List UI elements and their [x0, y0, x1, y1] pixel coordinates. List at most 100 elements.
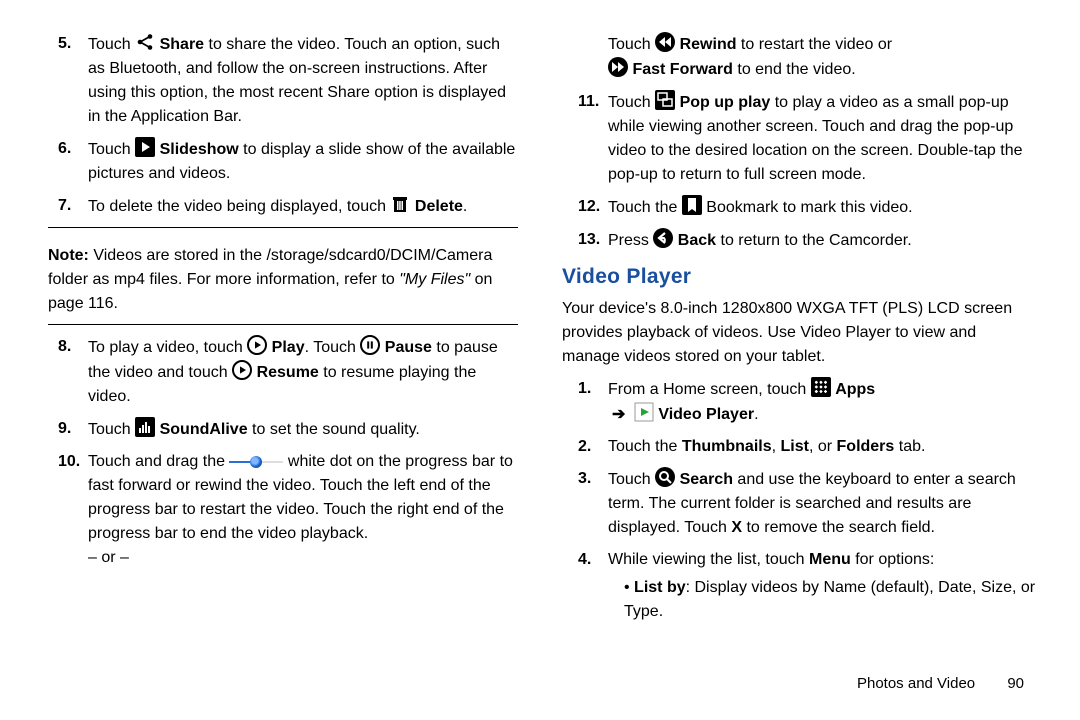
text: Touch the	[608, 438, 682, 455]
text: Touch	[608, 36, 655, 53]
text: tab.	[894, 438, 925, 455]
text: Touch	[608, 94, 655, 111]
text: Thumbnails	[682, 438, 772, 455]
text: List	[781, 438, 809, 455]
step-number: 10.	[58, 450, 80, 474]
text: Touch and drag the	[88, 453, 229, 470]
step-number: 2.	[578, 435, 591, 459]
text: to return to the Camcorder.	[716, 232, 912, 249]
popup-play-icon	[655, 90, 675, 110]
or-text: – or –	[88, 546, 518, 570]
text: to remove the search field.	[742, 519, 935, 536]
step-number: 12.	[578, 195, 600, 219]
step-number: 9.	[58, 417, 71, 441]
divider	[48, 324, 518, 325]
text: Touch	[608, 471, 655, 488]
step-13: 13. Press Back to return to the Camcorde…	[562, 228, 1038, 253]
text: . Touch	[305, 339, 361, 356]
resume-icon	[232, 360, 252, 380]
share-icon	[135, 32, 155, 52]
step-number: 13.	[578, 228, 600, 252]
text: To play a video, touch	[88, 339, 247, 356]
step-7: 7. To delete the video being displayed, …	[42, 194, 518, 219]
text: to restart the video or	[736, 36, 892, 53]
page-number: 90	[1007, 675, 1024, 692]
step-number: 7.	[58, 194, 71, 218]
progress-dot-icon	[229, 455, 283, 469]
soundalive-icon	[135, 417, 155, 437]
step-number: 3.	[578, 467, 591, 491]
text: Rewind	[680, 36, 737, 53]
text: While viewing the list, touch	[608, 551, 809, 568]
video-player-heading: Video Player	[562, 261, 1038, 293]
text: Folders	[837, 438, 895, 455]
text: To delete the video being displayed, tou…	[88, 198, 390, 215]
vp-step-3: 3. Touch Search and use the keyboard to …	[562, 467, 1038, 540]
text: Pause	[385, 339, 432, 356]
text: Pop up play	[680, 94, 771, 111]
step-12: 12. Touch the Bookmark to mark this vide…	[562, 195, 1038, 220]
text: Touch	[88, 36, 135, 53]
text: Slideshow	[160, 141, 239, 158]
arrow-icon: ➔	[612, 403, 625, 427]
text: Apps	[835, 381, 875, 398]
step-8: 8. To play a video, touch Play. Touch Pa…	[42, 335, 518, 409]
page-footer: Photos and Video 90	[857, 675, 1024, 692]
note: Note: Videos are stored in the /storage/…	[42, 244, 518, 316]
text: Video Player	[658, 406, 754, 423]
play-icon	[247, 335, 267, 355]
pause-icon	[360, 335, 380, 355]
text: , or	[809, 438, 837, 455]
text: Touch the	[608, 199, 682, 216]
fast-forward-icon	[608, 57, 628, 77]
step-number: 1.	[578, 377, 591, 401]
text: Delete	[415, 198, 463, 215]
step-number: 6.	[58, 137, 71, 161]
step-number: 5.	[58, 32, 71, 56]
step-11: 11. Touch Pop up play to play a video as…	[562, 90, 1038, 187]
video-player-icon	[634, 402, 654, 422]
text: to end the video.	[733, 61, 856, 78]
text: Play	[272, 339, 305, 356]
vp-step-4: 4. While viewing the list, touch Menu fo…	[562, 548, 1038, 624]
text: X	[731, 519, 742, 536]
list-by-bullet: List by: Display videos by Name (default…	[624, 576, 1038, 624]
right-column: Touch Rewind to restart the video or Fas…	[562, 32, 1038, 676]
video-player-intro: Your device's 8.0-inch 1280x800 WXGA TFT…	[562, 297, 1038, 369]
text: Fast Forward	[632, 61, 732, 78]
step-5: 5. Touch Share to share the video. Touch…	[42, 32, 518, 129]
vp-step-2: 2. Touch the Thumbnails, List, or Folder…	[562, 435, 1038, 459]
text: Resume	[257, 364, 319, 381]
step-9: 9. Touch SoundAlive to set the sound qua…	[42, 417, 518, 442]
slideshow-icon	[135, 137, 155, 157]
text: .	[463, 198, 467, 215]
delete-icon	[390, 194, 410, 214]
apps-icon	[811, 377, 831, 397]
text: to set the sound quality.	[248, 421, 420, 438]
text: Menu	[809, 551, 851, 568]
note-label: Note:	[48, 247, 89, 264]
note-ref: "My Files"	[399, 271, 470, 288]
text: Touch	[88, 141, 135, 158]
text: .	[754, 406, 758, 423]
step-6: 6. Touch Slideshow to display a slide sh…	[42, 137, 518, 186]
text: Share	[160, 36, 204, 53]
step-number: 11.	[578, 90, 599, 114]
vp-step-1: 1. From a Home screen, touch Apps ➔ Vide…	[562, 377, 1038, 427]
text: Search	[680, 471, 733, 488]
divider	[48, 227, 518, 228]
step-10: 10. Touch and drag the white dot on the …	[42, 450, 518, 570]
step-number: 4.	[578, 548, 591, 572]
left-column: 5. Touch Share to share the video. Touch…	[42, 32, 518, 676]
text: SoundAlive	[160, 421, 248, 438]
rewind-icon	[655, 32, 675, 52]
step-number: 8.	[58, 335, 71, 359]
text: Press	[608, 232, 653, 249]
footer-label: Photos and Video	[857, 675, 975, 692]
text: ,	[772, 438, 781, 455]
step-10-continued: Touch Rewind to restart the video or Fas…	[562, 32, 1038, 82]
text: Bookmark to mark this video.	[706, 199, 912, 216]
search-icon	[655, 467, 675, 487]
text: From a Home screen, touch	[608, 381, 811, 398]
text: for options:	[851, 551, 935, 568]
